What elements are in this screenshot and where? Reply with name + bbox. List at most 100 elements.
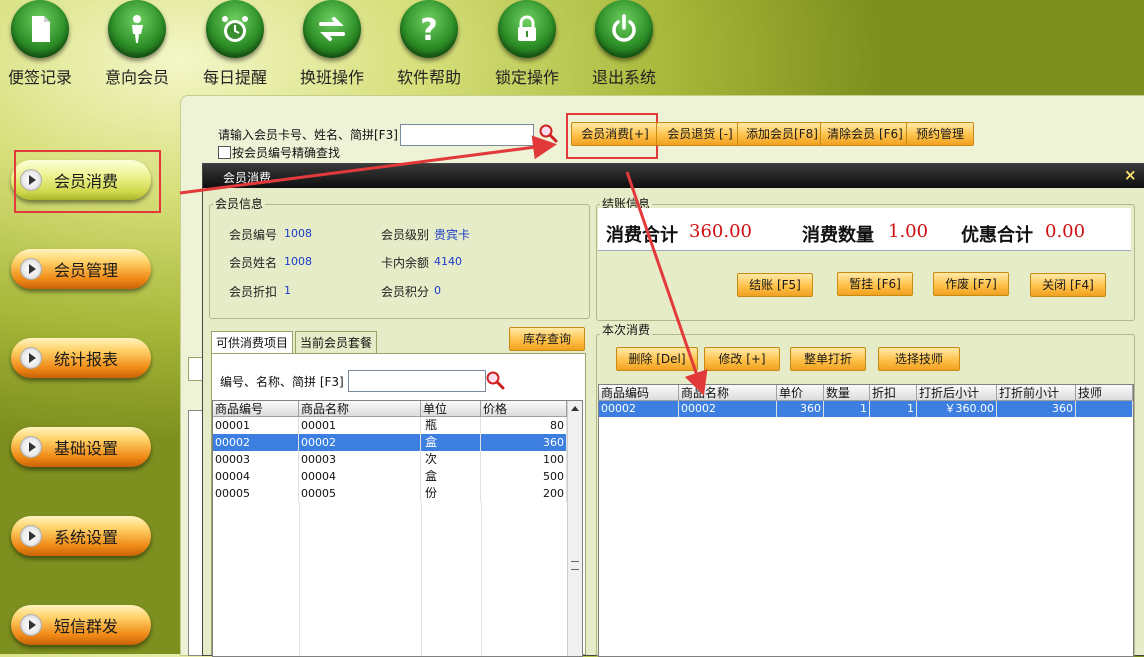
swap-arrows-icon (303, 0, 361, 58)
alarm-clock-icon (206, 0, 264, 58)
member-balance-value: 4140 (434, 255, 462, 268)
member-return-button[interactable]: 会员退货 [-] (656, 122, 744, 146)
table-row[interactable]: 00001 00001 瓶 80 (213, 417, 567, 434)
member-discount-value: 1 (284, 284, 291, 297)
column-header[interactable]: 技师 (1076, 385, 1133, 401)
current-consume-title: 本次消费 (600, 321, 653, 338)
void-button[interactable]: 作废 [F7] (933, 272, 1009, 296)
svg-text:?: ? (420, 13, 437, 46)
column-header[interactable]: 折扣 (870, 385, 917, 401)
total-qty-label: 消费数量 (802, 225, 874, 246)
checkout-button[interactable]: 结账 [F5] (737, 273, 813, 297)
toolbar-shift[interactable]: 换班操作 (287, 0, 377, 88)
column-header[interactable]: 商品名称 (299, 401, 421, 417)
member-points-label: 会员积分 (381, 285, 430, 299)
play-icon (20, 525, 42, 547)
toolbar-lock[interactable]: 锁定操作 (482, 0, 572, 88)
member-discount-label: 会员折扣 (229, 285, 278, 299)
column-header[interactable]: 打折后小计 (917, 385, 997, 401)
tab-items[interactable]: 可供消费项目 (211, 331, 294, 353)
total-amount-label: 消费合计 (606, 225, 678, 246)
product-search-input[interactable] (348, 370, 486, 392)
member-name-label: 会员姓名 (229, 256, 278, 270)
column-divider (299, 502, 300, 656)
sidebar-item-basic-settings[interactable]: 基础设置 (11, 427, 151, 467)
dialog-close-button[interactable]: × (1124, 166, 1137, 184)
table-row[interactable]: 00003 00003 次 100 (213, 451, 567, 468)
column-divider (421, 502, 422, 656)
clear-member-button[interactable]: 清除会员 [F6] (820, 122, 910, 146)
column-header[interactable]: 商品名称 (679, 385, 777, 401)
product-search-label: 编号、名称、简拼 [F3] (220, 375, 344, 389)
column-header[interactable]: 单价 (777, 385, 824, 401)
scrollbar[interactable] (567, 401, 582, 656)
scroll-grip-icon (571, 561, 579, 570)
total-discount-value: 0.00 (1045, 221, 1086, 242)
dialog-title: 会员消费 (223, 171, 272, 185)
exact-match-label: 按会员编号精确查找 (232, 146, 341, 160)
table-row[interactable]: 00005 00005 份 200 (213, 485, 567, 502)
column-header[interactable]: 商品编码 (599, 385, 679, 401)
consume-dialog: 会员消费 × 会员信息 会员编号 1008 会员级别 贵宾卡 会员姓名 1008… (202, 163, 1144, 657)
bill-discount-button[interactable]: 整单打折 (790, 347, 866, 371)
play-icon (20, 436, 42, 458)
product-search-icon[interactable] (485, 370, 505, 390)
close-button[interactable]: 关闭 [F4] (1030, 273, 1106, 297)
annotation-box-consume (566, 113, 658, 159)
choose-technician-button[interactable]: 选择技师 (878, 347, 960, 371)
sidebar-item-sms[interactable]: 短信群发 (11, 605, 151, 645)
total-qty-value: 1.00 (888, 221, 929, 242)
play-icon (20, 258, 42, 280)
toolbar-help[interactable]: ? 软件帮助 (384, 0, 474, 88)
table-row[interactable]: 00004 00004 盒 500 (213, 468, 567, 485)
hold-button[interactable]: 暂挂 [F6] (837, 272, 913, 296)
question-icon: ? (400, 0, 458, 58)
member-no-value: 1008 (284, 227, 312, 240)
search-icon[interactable] (538, 123, 558, 143)
member-info-title: 会员信息 (213, 195, 266, 212)
sidebar-item-member-manage[interactable]: 会员管理 (11, 249, 151, 289)
table-row-selected[interactable]: 00002 00002 盒 360 (213, 434, 567, 451)
toolbar-exit[interactable]: 退出系统 (579, 0, 669, 88)
delete-line-button[interactable]: 删除 [Del] (616, 347, 698, 371)
play-icon (20, 347, 42, 369)
search-label: 请输入会员卡号、姓名、简拼[F3] (218, 128, 398, 142)
scroll-up-icon[interactable] (571, 406, 579, 411)
dialog-title-bar[interactable]: 会员消费 × (203, 164, 1144, 188)
member-balance-label: 卡内余额 (381, 256, 430, 270)
annotation-box-sidebar (14, 150, 161, 213)
tab-packages[interactable]: 当前会员套餐 (295, 331, 378, 353)
lock-icon (498, 0, 556, 58)
sidebar-item-reports[interactable]: 统计报表 (11, 338, 151, 378)
current-consume-table: 商品编码 商品名称 单价 数量 折扣 打折后小计 打折前小计 技师 00002 … (598, 384, 1134, 657)
product-table: 商品编号 商品名称 单位 价格 00001 00001 瓶 80 00002 0… (212, 400, 583, 657)
booking-button[interactable]: 预约管理 (906, 122, 974, 146)
member-search-input[interactable] (400, 124, 534, 146)
power-icon (595, 0, 653, 58)
member-level-value: 贵宾卡 (434, 228, 471, 242)
table-row-selected[interactable]: 00002 00002 360 1 1 ￥360.00 360 (599, 401, 1133, 417)
member-points-value: 0 (434, 284, 441, 297)
column-header[interactable]: 数量 (824, 385, 870, 401)
stock-query-button[interactable]: 库存查询 (509, 327, 585, 351)
add-member-button[interactable]: 添加会员[F8] (737, 122, 827, 146)
exact-match-checkbox[interactable] (218, 146, 231, 159)
total-discount-label: 优惠合计 (961, 225, 1033, 246)
sidebar-item-system-settings[interactable]: 系统设置 (11, 516, 151, 556)
note-icon (11, 0, 69, 58)
person-icon (108, 0, 166, 58)
member-name-value: 1008 (284, 255, 312, 268)
toolbar-reminder[interactable]: 每日提醒 (190, 0, 280, 88)
toolbar-note[interactable]: 便签记录 (0, 0, 85, 88)
toolbar-prospect[interactable]: 意向会员 (92, 0, 182, 88)
play-icon (20, 614, 42, 636)
column-header[interactable]: 单位 (421, 401, 481, 417)
column-header[interactable]: 打折前小计 (997, 385, 1076, 401)
column-header[interactable]: 商品编号 (213, 401, 299, 417)
total-amount-value: 360.00 (689, 221, 752, 242)
column-header[interactable]: 价格 (481, 401, 567, 417)
edit-line-button[interactable]: 修改 [+] (704, 347, 780, 371)
member-level-label: 会员级别 (381, 228, 430, 242)
column-divider (481, 502, 482, 656)
member-no-label: 会员编号 (229, 228, 278, 242)
